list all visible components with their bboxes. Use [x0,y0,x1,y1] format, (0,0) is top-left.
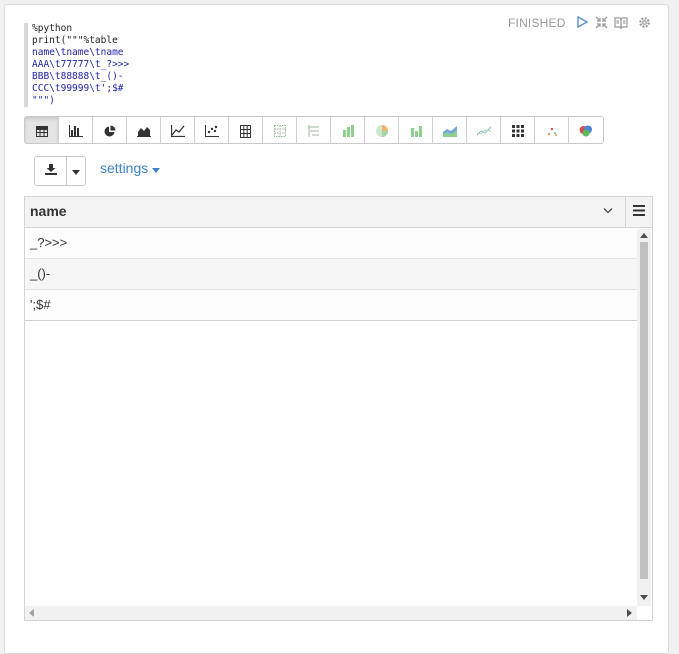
pivot-table-icon[interactable] [229,117,263,143]
result-table: name _?>>> _()- ';$# [24,196,653,621]
bar-chart-icon[interactable] [59,117,93,143]
code-line: print("""%table [32,35,118,46]
code-line: %python [32,23,73,34]
column-header[interactable]: name [25,197,637,228]
table-row[interactable]: _?>>> [25,228,637,259]
table-icon[interactable] [25,117,59,143]
visualization-toolbar [24,116,604,144]
code-line: CCC\t99999\t';$# [32,83,124,94]
line-icon[interactable] [467,117,501,143]
chevron-down-icon[interactable] [603,202,617,216]
code-line: """) [32,95,55,106]
scroll-right-icon[interactable] [627,609,632,617]
grid-menu-button[interactable] [625,197,652,228]
pie-icon[interactable] [365,117,399,143]
book-icon[interactable] [613,14,629,30]
pie-chart-icon[interactable] [93,117,127,143]
download-button[interactable] [35,157,68,185]
table-row[interactable]: ';$# [25,290,637,321]
code-editor[interactable]: %python print("""%table name\tname\tname… [24,23,324,107]
gear-icon[interactable] [636,14,652,30]
settings-label: settings [100,160,149,176]
column-header-label: name [30,203,67,219]
area-chart-icon[interactable] [127,117,161,143]
download-icon [44,162,57,180]
bubble-icon[interactable] [569,117,603,143]
column-icon[interactable] [399,117,433,143]
scroll-down-icon[interactable] [640,595,648,600]
run-icon[interactable] [574,14,590,30]
code-line: BBB\t88888\t_()- [32,71,124,82]
caret-down-icon [72,162,81,180]
scrollbar-thumb[interactable] [640,242,648,579]
bar-icon[interactable] [331,117,365,143]
horizontal-scrollbar[interactable] [25,606,637,620]
download-button-group [34,156,86,186]
table-row[interactable]: _()- [25,259,637,290]
table-grid-icon[interactable] [263,117,297,143]
settings-toggle[interactable]: settings [100,160,161,176]
vertical-scrollbar[interactable] [637,229,651,606]
tree-icon[interactable] [297,117,331,143]
scatter-chart-icon[interactable] [195,117,229,143]
scroll-up-icon[interactable] [640,233,648,238]
area-icon[interactable] [433,117,467,143]
code-line: AAA\t77777\t_?>>> [32,59,130,70]
scatter-icon[interactable] [535,117,569,143]
collapse-icon[interactable] [593,14,609,30]
line-chart-icon[interactable] [161,117,195,143]
grid-icon[interactable] [501,117,535,143]
caret-down-icon [152,160,161,176]
hamburger-icon [633,203,645,221]
code-line: name\tname\tname [32,47,124,58]
scroll-left-icon[interactable] [29,609,34,617]
paragraph-status: FINISHED [508,16,566,30]
download-dropdown-button[interactable] [67,157,85,185]
